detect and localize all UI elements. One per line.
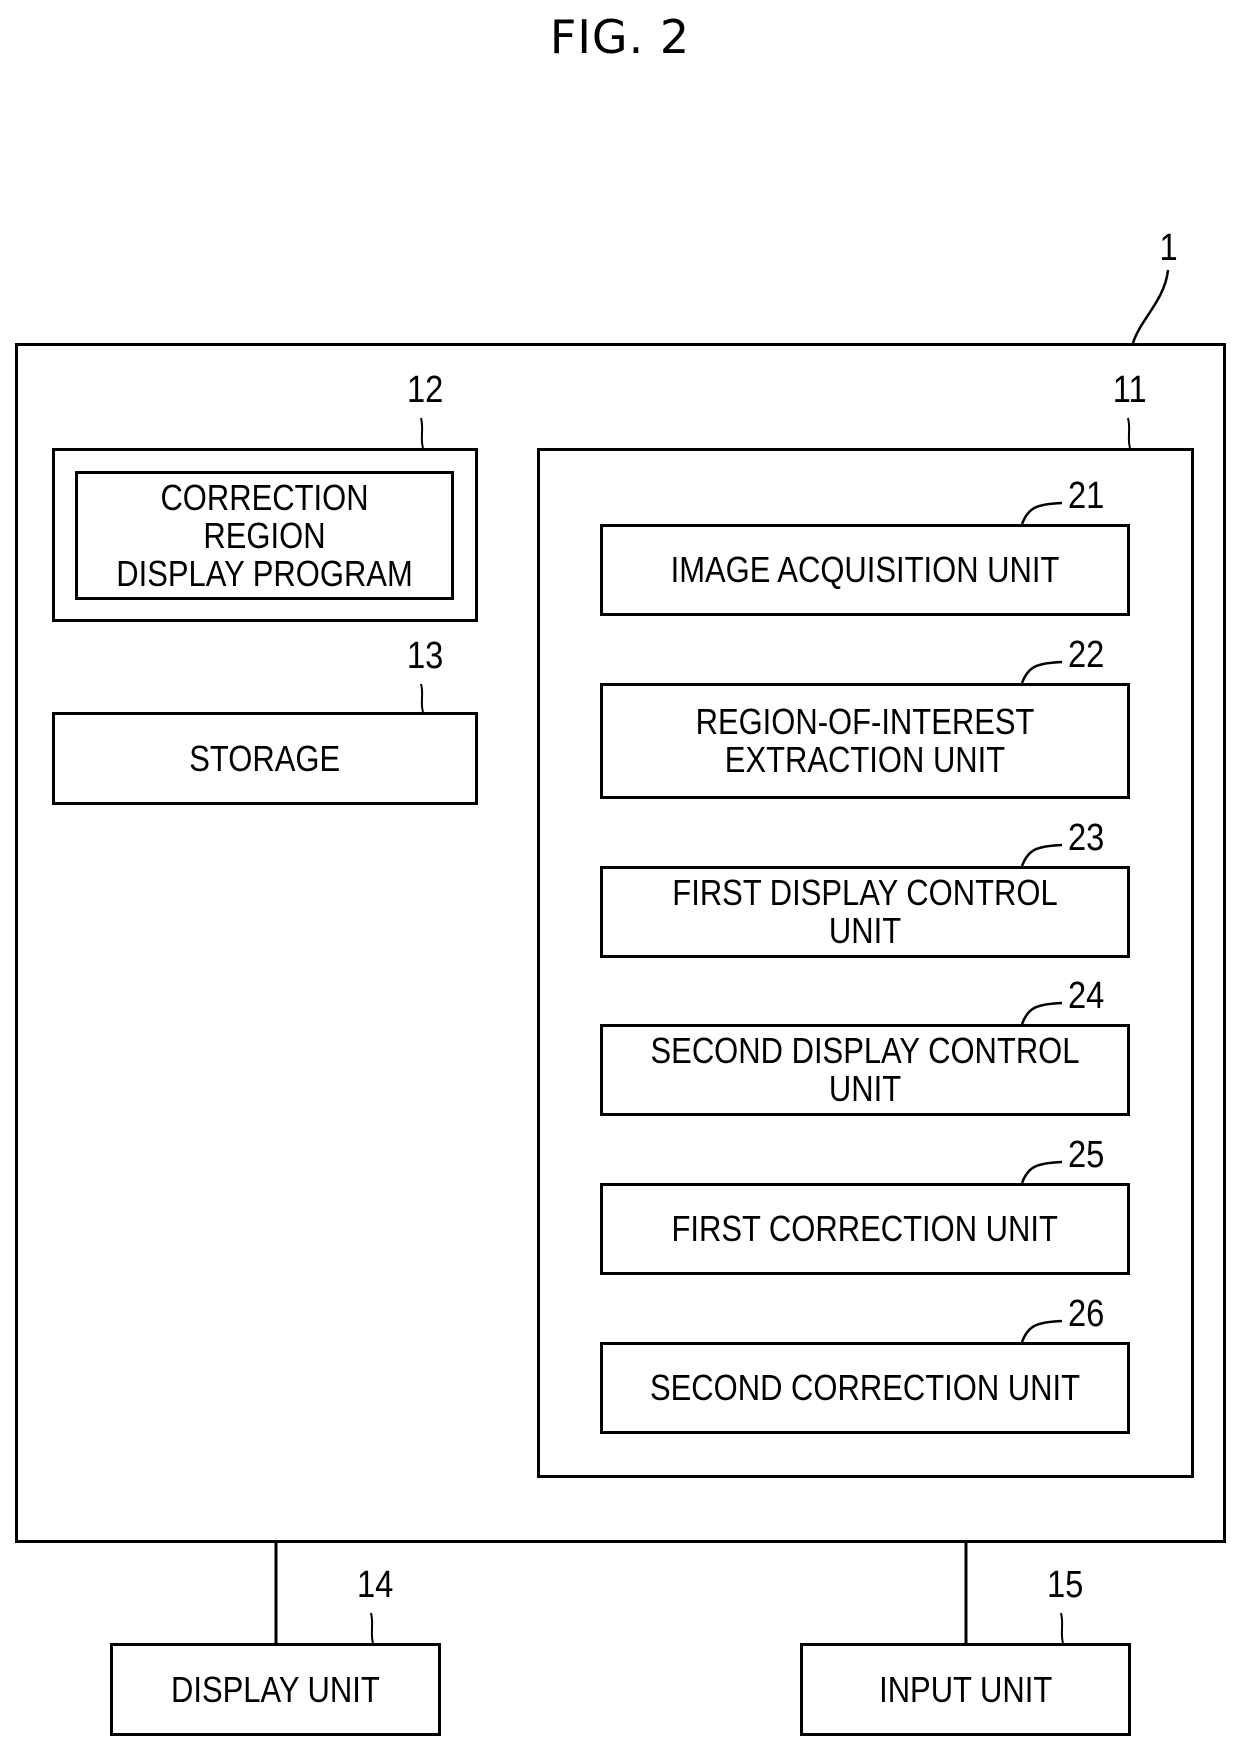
display-unit-box: DISPLAY UNIT	[110, 1643, 441, 1736]
input-unit-box: INPUT UNIT	[800, 1643, 1131, 1736]
input-unit-label: INPUT UNIT	[878, 1668, 1053, 1710]
unit-box-second-correction: SECOND CORRECTION UNIT	[600, 1342, 1130, 1434]
unit-box-first-correction: FIRST CORRECTION UNIT	[600, 1183, 1130, 1275]
storage-label: STORAGE	[189, 737, 341, 779]
unit-label: SECOND CORRECTION UNIT	[649, 1367, 1080, 1408]
leader-line-14	[370, 1612, 374, 1644]
unit-box-image-acquisition: IMAGE ACQUISITION UNIT	[600, 524, 1130, 616]
unit-label: IMAGE ACQUISITION UNIT	[670, 549, 1060, 590]
unit-label: FIRST CORRECTION UNIT	[671, 1208, 1059, 1249]
ref-numeral-15: 15	[1046, 1564, 1084, 1606]
program-box: CORRECTION REGION DISPLAY PROGRAM	[75, 471, 454, 600]
program-label: CORRECTION REGION DISPLAY PROGRAM	[116, 476, 413, 594]
storage-box: STORAGE	[52, 712, 478, 805]
unit-label: SECOND DISPLAY CONTROL UNIT	[650, 1030, 1080, 1109]
unit-label: REGION-OF-INTEREST EXTRACTION UNIT	[695, 701, 1035, 780]
display-unit-label: DISPLAY UNIT	[171, 1668, 380, 1710]
ref-numeral-14: 14	[356, 1564, 394, 1606]
unit-box-first-display-control: FIRST DISPLAY CONTROL UNIT	[600, 866, 1130, 958]
leader-line-15	[1060, 1612, 1064, 1644]
unit-box-roi-extraction: REGION-OF-INTEREST EXTRACTION UNIT	[600, 683, 1130, 799]
ref-numeral-1: 1	[1159, 227, 1178, 269]
leader-line-1	[1131, 269, 1170, 344]
figure-title: FIG. 2	[549, 10, 691, 64]
unit-label: FIRST DISPLAY CONTROL UNIT	[672, 872, 1058, 951]
unit-box-second-display-control: SECOND DISPLAY CONTROL UNIT	[600, 1024, 1130, 1116]
figure-canvas: FIG. 2 1 12 13 11 21 22 23 24 25 26 14 1…	[0, 0, 1240, 1750]
